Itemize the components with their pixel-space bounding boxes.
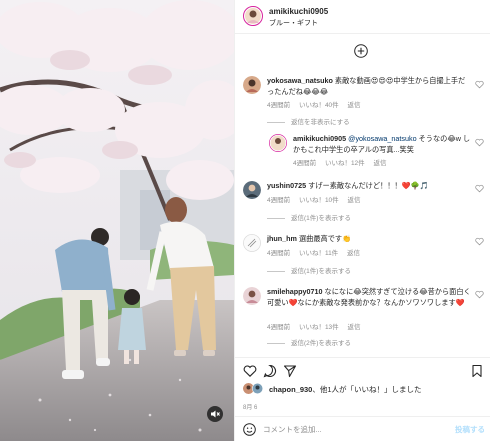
comment-time: 4週間前 — [267, 102, 291, 109]
likes-text: chapon_930、他1人が「いいね！」しました — [269, 384, 422, 395]
comment-body: amikikuchi0905 @yokosawa_natsuko そうなの😂w … — [293, 134, 473, 155]
comment-meta: 4週間前 いいね！10件 返信 — [267, 194, 367, 204]
post-comment-button[interactable]: 投稿する — [455, 424, 485, 435]
post-side-panel: amikikuchi0905 ブルー・ギフト yokosawa_natsuko … — [234, 0, 490, 441]
commenter-username[interactable]: smilehappy0710 — [267, 287, 323, 296]
reply-button[interactable]: 返信 — [347, 324, 360, 331]
heart-icon[interactable] — [475, 184, 484, 193]
comment-likes[interactable]: いいね！11件 — [299, 250, 338, 257]
comment-text: すげー素敵なんだけど！！！❤️🌳🎵 — [308, 181, 429, 190]
speaker-muted-icon — [211, 410, 220, 418]
video-frame — [0, 0, 234, 441]
comment-body: yokosawa_natsuko 素敵な動画😍😍😍中学生から自撮上手だったんだね… — [267, 76, 472, 97]
comment-time: 4週間前 — [267, 324, 291, 331]
commenter-avatar[interactable] — [269, 134, 287, 152]
comment-likes[interactable]: いいね！13件 — [299, 324, 339, 331]
share-send-icon[interactable] — [283, 364, 297, 378]
comment-time: 4週間前 — [267, 250, 291, 257]
toggle-replies-button[interactable]: 返信(1件)を表示する — [267, 212, 351, 222]
heart-icon[interactable] — [475, 138, 484, 147]
commenter-username[interactable]: jhun_hm — [267, 234, 297, 243]
liker-avatar — [252, 383, 263, 394]
toggle-replies-button[interactable]: 返信(2件)を表示する — [267, 337, 351, 347]
reply-button[interactable]: 返信 — [347, 197, 360, 204]
author-avatar[interactable] — [243, 6, 263, 26]
comment-meta: 4週間前 いいね！13件 返信 — [267, 321, 367, 331]
comment-meta: 4週間前 いいね！11件 返信 — [267, 247, 367, 257]
commenter-username[interactable]: amikikuchi0905 — [293, 134, 346, 143]
reply-button[interactable]: 返信 — [347, 250, 360, 257]
heart-icon[interactable] — [475, 80, 484, 89]
comment-mention[interactable]: @yokosawa_natsuko — [348, 134, 416, 143]
toggle-replies-label: 返信を非表示にする — [291, 119, 350, 126]
comment-likes[interactable]: いいね！40件 — [299, 102, 339, 109]
comment-body: jhun_hm 選曲最高です👏 — [267, 234, 472, 245]
audio-track-link[interactable]: ブルー・ギフト — [269, 18, 318, 28]
comment-body: smilehappy0710 なになに😂突然すぎて泣ける😂昔から面白く可愛い❤️… — [267, 287, 472, 308]
reply-button[interactable]: 返信 — [373, 160, 386, 167]
heart-icon[interactable] — [475, 290, 484, 299]
toggle-replies-button[interactable]: 返信を非表示にする — [267, 116, 350, 126]
post-date[interactable]: 8月 6 — [243, 402, 257, 411]
liker-username[interactable]: chapon_930 — [269, 385, 312, 394]
comment-time: 4週間前 — [267, 197, 291, 204]
commenter-avatar[interactable] — [243, 181, 261, 199]
commenter-avatar[interactable] — [243, 234, 261, 252]
post-viewer: amikikuchi0905 ブルー・ギフト yokosawa_natsuko … — [0, 0, 490, 441]
like-heart-icon[interactable] — [243, 364, 257, 378]
bookmark-icon[interactable] — [470, 364, 484, 378]
comment-meta: 4週間前 いいね！12件 返信 — [293, 157, 393, 167]
post-actions-bar — [235, 357, 490, 381]
commenter-username[interactable]: yushin0725 — [267, 181, 306, 190]
comment-input[interactable] — [263, 422, 443, 436]
comment-bubble-icon[interactable] — [263, 364, 277, 378]
mute-toggle-button[interactable] — [207, 406, 223, 422]
comment-text: 選曲最高です👏 — [298, 234, 352, 243]
commenter-username[interactable]: yokosawa_natsuko — [267, 76, 333, 85]
reply-button[interactable]: 返信 — [347, 102, 360, 109]
toggle-replies-label: 返信(1件)を表示する — [291, 215, 351, 222]
comment-time: 4週間前 — [293, 160, 317, 167]
comment-likes[interactable]: いいね！12件 — [325, 160, 365, 167]
toggle-replies-label: 返信(2件)を表示する — [291, 340, 351, 347]
comment-likes[interactable]: いいね！10件 — [299, 197, 339, 204]
heart-icon[interactable] — [475, 237, 484, 246]
toggle-replies-button[interactable]: 返信(1件)を表示する — [267, 265, 351, 275]
comment-composer: 投稿する — [235, 416, 490, 441]
commenter-avatar[interactable] — [243, 76, 261, 94]
post-header: amikikuchi0905 ブルー・ギフト — [235, 0, 490, 34]
comment-body: yushin0725 すげー素敵なんだけど！！！❤️🌳🎵 — [267, 181, 472, 192]
comment-meta: 4週間前 いいね！40件 返信 — [267, 99, 367, 109]
toggle-replies-label: 返信(1件)を表示する — [291, 268, 351, 275]
commenter-avatar[interactable] — [243, 287, 261, 305]
emoji-icon[interactable] — [243, 423, 256, 436]
load-more-comments-button[interactable] — [354, 44, 368, 58]
author-username[interactable]: amikikuchi0905 — [269, 7, 328, 16]
likes-rest[interactable]: 、他1人が「いいね！」しました — [312, 385, 421, 394]
post-video[interactable] — [0, 0, 234, 441]
